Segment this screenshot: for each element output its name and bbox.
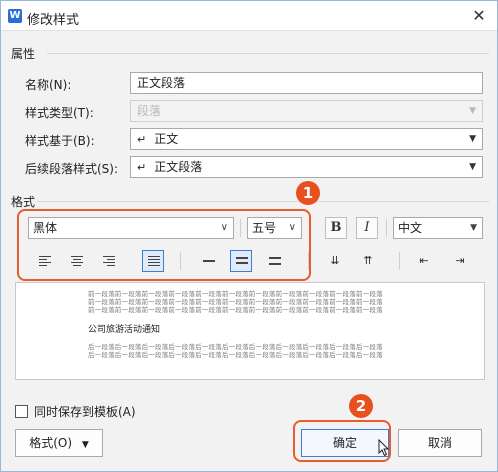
wps-writer-icon: W [8, 9, 22, 23]
based-on-select[interactable]: ↵ 正文 ▼ [130, 128, 483, 150]
dropdown-arrow-icon: ▼ [469, 134, 476, 144]
properties-divider [47, 53, 489, 54]
toolbar-separator [386, 219, 387, 237]
format-section-label: 格式 [11, 195, 36, 209]
cancel-button[interactable]: 取消 [398, 429, 482, 457]
space-before-increase-button[interactable]: ⇈ [357, 250, 379, 272]
format-menu-label: 格式(O) [29, 436, 73, 450]
paragraph-return-icon: ↵ [137, 133, 147, 146]
space-before-decrease-button[interactable]: ⇊ [324, 250, 346, 272]
preview-sample-text: 公司旅游活动通知 [88, 325, 161, 335]
bold-button[interactable]: B [325, 217, 347, 239]
preview-previous-paragraph: 前一段落前一段落前一段落前一段落前一段落前一段落前一段落前一段落前一段落前一段落… [88, 306, 383, 314]
based-on-label: 样式基于(B): [25, 134, 95, 148]
annotation-highlight-1 [17, 209, 311, 281]
annotation-highlight-2 [293, 420, 391, 462]
decrease-indent-button[interactable]: ⇤ [413, 250, 435, 272]
mouse-pointer-icon [378, 439, 390, 457]
toolbar-separator [399, 252, 400, 270]
annotation-badge-1: 1 [296, 181, 320, 205]
format-divider [37, 201, 489, 202]
style-preview-pane: 前一段落前一段落前一段落前一段落前一段落前一段落前一段落前一段落前一段落前一段落… [15, 282, 485, 380]
dialog-title: 修改样式 [27, 13, 80, 28]
indent-icon: ⇥ [455, 254, 465, 267]
dropdown-arrow-icon: ▼ [470, 223, 477, 233]
style-type-label: 样式类型(T): [25, 106, 94, 120]
save-to-template-label: 同时保存到模板(A) [34, 405, 136, 419]
save-to-template-checkbox[interactable] [15, 405, 28, 418]
name-label: 名称(N): [25, 78, 72, 92]
next-style-select[interactable]: ↵ 正文段落 ▼ [130, 156, 483, 178]
paragraph-return-icon: ↵ [137, 161, 147, 174]
paragraph-spacing-increase-icon: ⇈ [363, 254, 373, 267]
modify-style-dialog: W 修改样式 ✕ 属性 名称(N): 正文段落 样式类型(T): 段落 ▼ 样式… [0, 0, 498, 472]
style-type-value: 段落 [137, 104, 162, 118]
name-input-value: 正文段落 [137, 76, 186, 90]
annotation-badge-2: 2 [349, 394, 373, 418]
dropdown-arrow-icon: ▼ [469, 106, 476, 116]
preview-next-paragraph: 后一段落后一段落后一段落后一段落后一段落后一段落后一段落后一段落后一段落后一段落… [88, 351, 383, 359]
italic-button[interactable]: I [356, 217, 378, 239]
increase-indent-button[interactable]: ⇥ [449, 250, 471, 272]
language-select[interactable]: 中文 ▼ [393, 217, 483, 239]
format-menu-button[interactable]: 格式(O) ▼ [15, 429, 103, 457]
outdent-icon: ⇤ [419, 254, 429, 267]
title-bar: W 修改样式 ✕ [1, 1, 497, 31]
close-button[interactable]: ✕ [469, 6, 489, 26]
dropdown-arrow-icon: ▼ [469, 162, 476, 172]
style-type-select: 段落 ▼ [130, 100, 483, 122]
next-style-value: 正文段落 [154, 160, 203, 174]
paragraph-spacing-decrease-icon: ⇊ [330, 254, 340, 267]
based-on-value: 正文 [154, 132, 179, 146]
next-style-label: 后续段落样式(S): [25, 162, 119, 176]
properties-section-label: 属性 [11, 47, 36, 61]
name-input[interactable]: 正文段落 [130, 72, 483, 94]
dropdown-arrow-icon: ▼ [81, 440, 89, 450]
language-value: 中文 [398, 221, 423, 235]
